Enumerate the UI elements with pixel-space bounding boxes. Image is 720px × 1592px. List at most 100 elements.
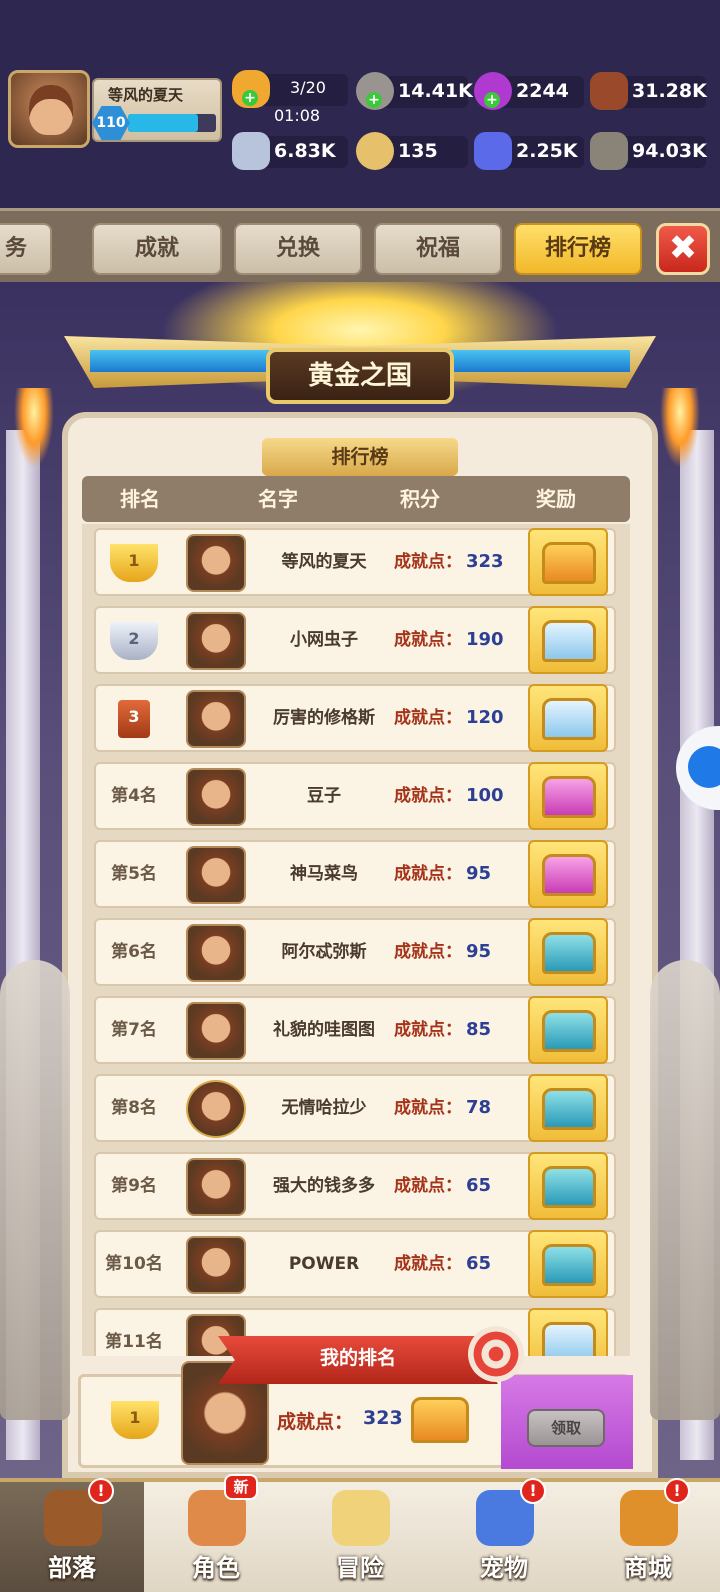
rank-label: 第5名 xyxy=(111,864,157,884)
tab-achievements[interactable]: 成就 xyxy=(92,223,222,275)
my-reward-chest-icon[interactable] xyxy=(411,1397,469,1443)
teal-chest-icon xyxy=(542,1244,596,1286)
player-avatar[interactable] xyxy=(8,70,90,148)
table-row[interactable]: 第6名 阿尔忒弥斯 成就点： 95 xyxy=(94,918,616,986)
player-avatar[interactable] xyxy=(186,690,246,748)
player-avatar[interactable] xyxy=(186,534,246,592)
nav-tribe[interactable]: 部落! xyxy=(0,1478,144,1592)
bronze-trophy-icon: 3 xyxy=(118,700,150,738)
tab-blessing[interactable]: 祝福 xyxy=(374,223,502,275)
gem-value: 2.25K xyxy=(516,140,578,162)
score-value: 323 xyxy=(466,551,504,572)
left-torch-icon xyxy=(14,388,54,468)
player-name: 等风的夏天 xyxy=(281,552,367,572)
table-row[interactable]: 第5名 神马菜鸟 成就点： 95 xyxy=(94,840,616,908)
ranking-list[interactable]: 1 等风的夏天 成就点： 323 2 小网虫子 成就点： 190 3 厉害的修格斯 成就点： 120 第… xyxy=(82,524,630,1356)
nav-label: 冒险 xyxy=(336,1554,384,1582)
player-name-plate[interactable]: 等风的夏天 110 xyxy=(92,78,222,142)
rank-label: 第10名 xyxy=(105,1254,163,1274)
score-label: 成就点： xyxy=(394,1098,462,1118)
reward-cell[interactable] xyxy=(528,528,608,596)
claim-button[interactable]: 领取 xyxy=(527,1409,605,1447)
player-avatar[interactable] xyxy=(186,1002,246,1060)
table-row[interactable]: 第10名 POWER 成就点： 65 xyxy=(94,1230,616,1298)
player-avatar[interactable] xyxy=(186,924,246,982)
reward-cell[interactable] xyxy=(528,1152,608,1220)
right-statue xyxy=(650,960,720,1420)
reward-cell[interactable] xyxy=(528,1308,608,1356)
table-row[interactable]: 第9名 强大的钱多多 成就点： 65 xyxy=(94,1152,616,1220)
diamond-chest-icon xyxy=(542,1322,596,1356)
player-avatar[interactable] xyxy=(186,1158,246,1216)
nav-map[interactable]: 冒险 xyxy=(288,1482,432,1592)
tab-leaderboard[interactable]: 排行榜 xyxy=(514,223,642,275)
score-value: 100 xyxy=(466,785,504,806)
score-value: 78 xyxy=(466,1097,492,1118)
right-torch-icon xyxy=(660,388,700,468)
my-score-value: 323 xyxy=(363,1407,403,1429)
reward-cell[interactable] xyxy=(528,918,608,986)
reward-cell[interactable] xyxy=(528,840,608,908)
reward-cell[interactable] xyxy=(528,684,608,752)
alert-badge: ! xyxy=(664,1478,690,1504)
table-row[interactable]: 3 厉害的修格斯 成就点： 120 xyxy=(94,684,616,752)
orb-value: 2244 xyxy=(516,80,569,102)
nav-shop[interactable]: 商城! xyxy=(576,1478,720,1592)
add-stone-icon[interactable]: + xyxy=(366,92,382,108)
player-avatar[interactable] xyxy=(186,846,246,904)
player-name: 神马菜鸟 xyxy=(290,864,358,884)
tab-exchange[interactable]: 兑换 xyxy=(234,223,362,275)
table-row[interactable]: 第8名 无情哈拉少 成就点： 78 xyxy=(94,1074,616,1142)
gem-resource[interactable]: 2.25K xyxy=(474,132,584,170)
player-name: 小网虫子 xyxy=(290,630,358,650)
bone-resource[interactable]: 6.83K xyxy=(232,132,348,170)
orb-resource[interactable]: + 2244 xyxy=(474,72,584,110)
stone-resource[interactable]: + 14.41K xyxy=(356,72,473,110)
bone-icon xyxy=(232,132,270,170)
nav-label: 部落 xyxy=(48,1554,96,1582)
xp-bar-fill xyxy=(128,114,199,132)
close-button[interactable]: ✖ xyxy=(656,223,710,275)
player-avatar[interactable] xyxy=(186,768,246,826)
rank-label: 第7名 xyxy=(111,1020,157,1040)
nav-character[interactable]: 角色 新 xyxy=(144,1474,288,1592)
ore-resource[interactable]: 94.03K xyxy=(590,132,707,170)
table-row[interactable]: 1 等风的夏天 成就点： 323 xyxy=(94,528,616,596)
reward-cell[interactable] xyxy=(528,1230,608,1298)
score-value: 190 xyxy=(466,629,504,650)
player-avatar[interactable] xyxy=(186,1236,246,1294)
score-label: 成就点： xyxy=(394,942,462,962)
coin-resource[interactable]: 135 xyxy=(356,132,468,170)
reward-cell[interactable] xyxy=(528,1074,608,1142)
player-avatar[interactable] xyxy=(186,1080,246,1138)
wood-logs-icon xyxy=(590,72,628,110)
tab-tasks[interactable]: 务 xyxy=(0,223,52,275)
player-avatar[interactable] xyxy=(186,612,246,670)
score-label: 成就点： xyxy=(394,1254,462,1274)
claim-area: 领取 xyxy=(501,1375,633,1469)
teal-chest-icon xyxy=(542,1088,596,1130)
score-value: 65 xyxy=(466,1175,492,1196)
header-score: 积分 xyxy=(400,487,440,511)
nav-pet[interactable]: 宠物! xyxy=(432,1478,576,1592)
table-row[interactable]: 第7名 礼貌的哇图图 成就点： 85 xyxy=(94,996,616,1064)
table-row[interactable]: 2 小网虫子 成就点： 190 xyxy=(94,606,616,674)
reward-cell[interactable] xyxy=(528,996,608,1064)
wood-resource[interactable]: 31.28K xyxy=(590,72,707,110)
level-badge: 110 xyxy=(92,106,130,140)
player-name: 阿尔忒弥斯 xyxy=(281,942,367,962)
reward-cell[interactable] xyxy=(528,762,608,830)
player-name: 强大的钱多多 xyxy=(273,1176,375,1196)
wood-value: 31.28K xyxy=(632,80,707,102)
reward-cell[interactable] xyxy=(528,606,608,674)
my-rank-ribbon: 我的排名 xyxy=(218,1336,498,1384)
map-icon xyxy=(332,1490,390,1546)
player-name: 等风的夏天 xyxy=(108,86,184,104)
add-stamina-icon[interactable]: + xyxy=(242,90,258,106)
table-row[interactable]: 第4名 豆子 成就点： 100 xyxy=(94,762,616,830)
score-label: 成就点： xyxy=(394,1020,462,1040)
my-rank-trophy-icon: 1 xyxy=(111,1401,159,1439)
add-orb-icon[interactable]: + xyxy=(484,92,500,108)
my-score-label: 成就点： xyxy=(277,1411,354,1433)
table-header: 排名 名字 积分 奖励 xyxy=(82,476,630,522)
